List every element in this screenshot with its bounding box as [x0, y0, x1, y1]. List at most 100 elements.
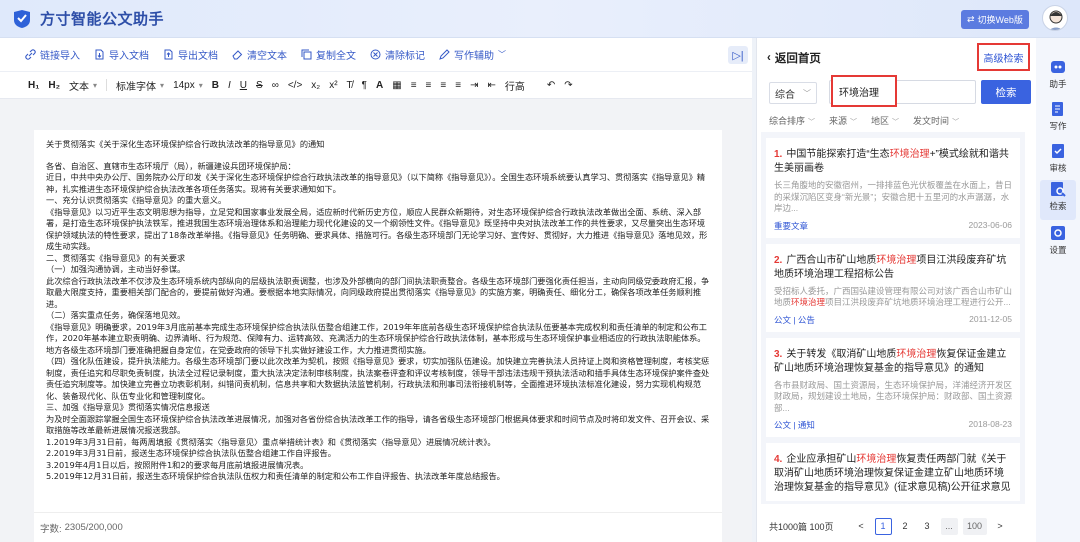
document-title: 关于贯彻落实《关于深化生态环境保护综合行政执法改革的指导意见》的通知	[46, 139, 325, 149]
result-card[interactable]: 3. 关于转发《取消矿山地质环境治理恢复保证金建立矿山地质环境治理恢复基金的指导意…	[766, 337, 1020, 437]
back-home-label: 返回首页	[774, 53, 821, 65]
chevron-down-icon: ﹀	[892, 119, 900, 126]
undo-icon[interactable]: ↶	[547, 80, 555, 91]
result-meta: 公文 | 通知 2018-08-23	[774, 419, 1012, 431]
page-button[interactable]: 100	[962, 517, 987, 535]
document-paragraph: 各省、自治区、直辖市生态环境厅（局），新疆建设兵团环境保护局：	[46, 160, 296, 171]
font-size-select[interactable]: 14px ▾	[173, 80, 203, 91]
import-doc-button[interactable]: 导入文档	[94, 47, 149, 62]
nav-label: 设置	[1049, 245, 1067, 255]
underline-icon[interactable]: U	[240, 80, 247, 91]
nav-item-settings[interactable]: 设置	[1040, 224, 1076, 264]
clear-marks-button[interactable]: 清除标记	[370, 47, 425, 62]
clear-text-button[interactable]: 清空文本	[232, 47, 287, 62]
prev-page-button[interactable]: <	[853, 518, 870, 535]
switch-icon: ⇄	[967, 14, 975, 24]
outdent-icon[interactable]: ⇤	[487, 80, 495, 91]
nav-item-write[interactable]: 写作	[1040, 100, 1076, 140]
search-button[interactable]: 检索	[981, 80, 1031, 104]
result-filters: 综合排序 ﹀ 来源 ﹀ 地区 ﹀ 发文时间 ﹀	[769, 114, 959, 127]
filter-region[interactable]: 地区 ﹀	[871, 114, 899, 127]
heading2-button[interactable]: H₂	[48, 80, 60, 91]
result-meta: 重要文章 2023-06-06	[774, 220, 1012, 232]
italic-icon[interactable]: I	[228, 80, 231, 91]
justify-icon[interactable]: ≡	[455, 80, 461, 91]
align-center-icon[interactable]: ≡	[426, 80, 432, 91]
code-icon[interactable]: </>	[288, 80, 302, 91]
result-title-highlight: 环境治理	[876, 254, 917, 266]
switch-web-label: 切换Web版	[977, 15, 1023, 25]
nav-item-review[interactable]: 审核	[1040, 142, 1076, 182]
advanced-search-link[interactable]: 高级检索	[977, 43, 1030, 71]
result-snippet: 各市县财政局、国土资源局，生态环境保护局，洋浦经济开发区财政局，规划建设土地局，…	[774, 380, 1012, 415]
document-paragraph: （四）强化队伍建设，提升执法能力。各级生态环境部门要以此次改革为契机，按照《指导…	[46, 356, 710, 401]
collapse-panel-button[interactable]: ▷|	[728, 46, 748, 64]
word-count-value: 2305/200,000	[64, 522, 123, 533]
divider	[106, 79, 108, 91]
align-right-icon[interactable]: ≡	[440, 80, 446, 91]
result-tag[interactable]: 公文 | 通知	[774, 419, 815, 431]
result-tag[interactable]: 公文 | 公告	[774, 314, 815, 326]
indent-icon[interactable]: ⇥	[470, 80, 478, 91]
paragraph-style-select[interactable]: 文本 ▾	[69, 78, 97, 93]
document-paragraph: 1.2019年3月31日前，每两周填报《贯彻落实〈指导意见〉重点举措统计表》和《…	[46, 436, 496, 447]
switch-web-button[interactable]: ⇄ 切换Web版	[961, 10, 1029, 29]
chevron-down-icon: ▾	[198, 80, 203, 90]
write-icon	[1052, 102, 1063, 116]
search-query-text[interactable]: 环境治理	[831, 75, 897, 107]
nav-item-search[interactable]: 检索	[1040, 180, 1076, 220]
page-ellipsis[interactable]: ...	[940, 517, 958, 535]
highlight-icon[interactable]: ▦	[392, 80, 401, 91]
result-snippet-part: 各市县财政局、国土资源局，生态环境保护局，洋浦经济开发区财政局，规划建设土地局，…	[774, 379, 1013, 413]
superscript-icon[interactable]: x²	[329, 80, 337, 91]
document-paragraph: 此次综合行政执法改革不仅涉及生态环境系统内部纵向的层级执法职责调整，也涉及外部横…	[46, 275, 710, 309]
document-editor[interactable]: 关于贯彻落实《关于深化生态环境保护综合行政执法改革的指导意见》的通知 各省、自治…	[34, 130, 722, 512]
line-height-select[interactable]: 行高	[505, 78, 525, 93]
page-button[interactable]: 1	[874, 517, 892, 535]
avatar[interactable]	[1042, 5, 1068, 31]
document-paragraph: （二）落实重点任务，确保落地见效。	[46, 310, 186, 320]
heading1-button[interactable]: H₁	[28, 80, 39, 91]
export-doc-button[interactable]: 导出文档	[163, 47, 218, 62]
result-title[interactable]: 1. 中国节能探索打造“生态环境治理+”模式绘就和谐共生美丽画卷	[774, 148, 1012, 176]
result-title-part: 广西合山市矿山地质	[786, 254, 877, 266]
next-page-button[interactable]: >	[992, 518, 1009, 535]
link-import-button[interactable]: 链接导入	[25, 47, 80, 62]
result-card[interactable]: 4. 企业应承担矿山环境治理恢复责任两部门就《关于取消矿山地质环境治理恢复保证金建…	[766, 443, 1020, 501]
font-family-select[interactable]: 标准字体 ▾	[116, 78, 164, 93]
bold-icon[interactable]: B	[212, 80, 219, 91]
result-title[interactable]: 3. 关于转发《取消矿山地质环境治理恢复保证金建立矿山地质环境治理恢复基金的指导意…	[774, 348, 1012, 376]
link-icon[interactable]: ∞	[272, 80, 279, 91]
result-title[interactable]: 2. 广西合山市矿山地质环境治理项目江洪段废弃矿坑地质环境治理工程招标公告	[774, 254, 1012, 282]
page-button[interactable]: 3	[919, 518, 936, 535]
strikethrough-icon[interactable]: S	[256, 80, 263, 91]
settings-icon	[1051, 226, 1065, 240]
filter-source[interactable]: 来源 ﹀	[829, 114, 857, 127]
result-title-highlight: 环境治理	[889, 149, 930, 160]
result-number: 4.	[774, 454, 783, 465]
back-home-link[interactable]: ‹ 返回首页	[767, 50, 821, 66]
copy-all-button[interactable]: 复制全文	[301, 47, 356, 62]
result-card[interactable]: 1. 中国节能探索打造“生态环境治理+”模式绘就和谐共生美丽画卷 长三角腹地的安徽…	[766, 138, 1020, 238]
align-left-icon[interactable]: ≡	[411, 80, 417, 91]
filter-date[interactable]: 发文时间 ﹀	[913, 114, 959, 127]
pagination: 共1000篇 100页 < 1 2 3 ... 100 >	[769, 516, 1031, 536]
word-count-label: 字数:	[40, 523, 62, 535]
search-results: 1. 中国节能探索打造“生态环境治理+”模式绘就和谐共生美丽画卷 长三角腹地的安徽…	[761, 132, 1025, 504]
result-tag[interactable]: 重要文章	[774, 220, 808, 232]
font-color-icon[interactable]: A	[376, 80, 383, 91]
result-card[interactable]: 2. 广西合山市矿山地质环境治理项目江洪段废弃矿坑地质环境治理工程招标公告 受招标…	[766, 243, 1020, 332]
document-paragraph: 二、贯彻落实《指导意见》的有关要求	[46, 252, 186, 263]
paragraph-mark-icon[interactable]: ¶	[362, 80, 367, 91]
redo-icon[interactable]: ↷	[564, 80, 572, 91]
clear-format-icon[interactable]: T̸	[347, 80, 353, 91]
document-paragraph: 为及时全面跟踪掌握全国生态环境保护综合执法改革进展情况，加强对各省份综合执法改革…	[46, 413, 710, 436]
search-scope-select[interactable]: 综合 ﹀	[769, 82, 817, 104]
subscript-icon[interactable]: x₂	[311, 80, 320, 91]
nav-item-assistant[interactable]: 助手	[1040, 58, 1076, 98]
writing-assist-dropdown[interactable]: 写作辅助 ﹀	[439, 47, 506, 62]
page-button[interactable]: 2	[897, 518, 914, 535]
filter-sort[interactable]: 综合排序 ﹀	[769, 114, 815, 127]
filter-source-label: 来源	[829, 116, 848, 126]
result-title[interactable]: 4. 企业应承担矿山环境治理恢复责任两部门就《关于取消矿山地质环境治理恢复保证金建…	[774, 453, 1012, 495]
